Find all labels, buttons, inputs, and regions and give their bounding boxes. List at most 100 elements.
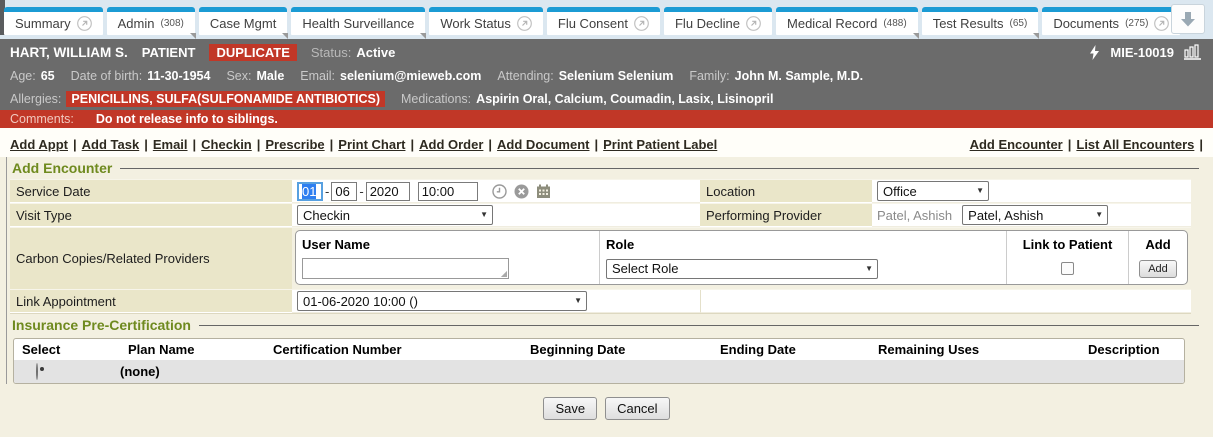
calendar-icon[interactable] xyxy=(536,184,551,199)
service-date-label: Service Date xyxy=(10,180,292,203)
insurance-table: SelectPlan NameCertification NumberBegin… xyxy=(13,338,1185,384)
patient-name: HART, WILLIAM S. xyxy=(10,45,128,60)
chart-tab[interactable]: Documents (275) xyxy=(1042,7,1180,35)
down-arrow-icon xyxy=(1180,10,1196,28)
lightning-icon[interactable] xyxy=(1089,45,1100,60)
action-link[interactable]: Print Chart xyxy=(338,137,405,152)
patient-header-right: MIE-10019 xyxy=(1089,44,1203,60)
insurance-column-header: Select xyxy=(14,342,120,357)
insurance-column-header: Beginning Date xyxy=(522,342,712,357)
action-link[interactable]: Add Order xyxy=(419,137,483,152)
link-appointment-label: Link Appointment xyxy=(10,290,292,313)
chart-tab[interactable]: Flu Consent xyxy=(547,7,660,35)
link-separator: | xyxy=(1068,137,1072,152)
chart-tab[interactable]: Medical Record (488) xyxy=(776,7,918,35)
chart-tab[interactable]: Work Status xyxy=(429,7,543,35)
resize-grip-icon[interactable]: ◢ xyxy=(501,269,507,278)
service-date-month-input[interactable]: 01 xyxy=(297,182,323,201)
visit-type-label: Visit Type xyxy=(10,204,292,227)
patient-type-label: PATIENT xyxy=(142,45,196,60)
role-select[interactable]: Select Role xyxy=(606,259,878,279)
tab-label: Summary xyxy=(15,16,71,31)
chart-tab[interactable]: Flu Decline xyxy=(664,7,772,35)
plan-name-cell: (none) xyxy=(120,364,265,379)
chart-tab[interactable]: Health Surveillance xyxy=(291,7,425,35)
tab-label: Work Status xyxy=(440,16,511,31)
insurance-table-row[interactable]: (none) xyxy=(14,360,1184,383)
email-value: selenium@mieweb.com xyxy=(340,69,481,83)
service-date-value-cell: 01 - 06 - 2020 10:00 xyxy=(292,180,700,203)
comments-label: Comments: xyxy=(10,112,74,126)
sex-label: Sex: xyxy=(226,69,251,83)
carbon-copies-row: Carbon Copies/Related Providers User Nam… xyxy=(10,227,1191,289)
chart-tab[interactable]: Admin (308) xyxy=(107,7,195,35)
visit-type-select[interactable]: Checkin xyxy=(297,205,493,225)
comments-text: Do not release info to siblings. xyxy=(96,112,278,126)
insurance-title: Insurance Pre-Certification xyxy=(12,317,191,333)
action-link[interactable]: List All Encounters xyxy=(1076,137,1194,152)
action-link[interactable]: Prescribe xyxy=(265,137,324,152)
tab-label: Medical Record xyxy=(787,16,877,31)
user-name-input[interactable]: ◢ xyxy=(302,258,509,279)
performing-provider-cell: Patel, Ashish Patel, Ashish xyxy=(872,204,1191,227)
service-date-year-input[interactable]: 2020 xyxy=(366,182,410,201)
external-link-icon xyxy=(1154,16,1169,31)
carbon-copies-label: Carbon Copies/Related Providers xyxy=(10,228,292,289)
tab-count: (308) xyxy=(160,18,183,29)
demographics-row: Age:65 Date of birth:11-30-1954 Sex:Male… xyxy=(0,65,1213,87)
status-value: Active xyxy=(356,45,395,60)
date-separator: - xyxy=(359,184,363,199)
location-label: Location xyxy=(700,180,872,203)
action-link[interactable]: Print Patient Label xyxy=(603,137,717,152)
tab-scroll-button[interactable] xyxy=(1171,4,1205,34)
visit-type-row: Visit Type Checkin Performing Provider P… xyxy=(10,203,1191,227)
tab-count: (65) xyxy=(1010,18,1028,29)
performing-provider-current: Patel, Ashish xyxy=(877,208,952,223)
link-appointment-cell: 01-06-2020 10:00 () xyxy=(292,290,700,313)
tab-label: Admin xyxy=(118,16,155,31)
chart-tab[interactable]: Case Mgmt xyxy=(199,7,287,35)
dob-value: 11-30-1954 xyxy=(147,69,210,83)
clear-date-icon[interactable] xyxy=(514,184,529,199)
action-link[interactable]: Add Document xyxy=(497,137,589,152)
insurance-column-header: Certification Number xyxy=(265,342,522,357)
action-link[interactable]: Email xyxy=(153,137,188,152)
action-link[interactable]: Add Task xyxy=(82,137,140,152)
add-encounter-title: Add Encounter xyxy=(12,160,112,176)
chart-stats-icon[interactable] xyxy=(1184,44,1203,60)
action-link[interactable]: Add Encounter xyxy=(970,137,1063,152)
action-link[interactable]: Checkin xyxy=(201,137,252,152)
chart-tab-bar: Summary Admin (308) Case Mgmt Health Sur… xyxy=(0,0,1213,39)
external-link-icon xyxy=(746,16,761,31)
chart-tab[interactable]: Test Results (65) xyxy=(922,7,1039,35)
link-separator: | xyxy=(193,137,197,152)
status-label: Status: xyxy=(311,45,351,60)
link-to-patient-checkbox[interactable] xyxy=(1061,262,1074,275)
insurance-header: Insurance Pre-Certification xyxy=(10,314,1213,336)
chart-tab[interactable]: Summary xyxy=(4,7,103,35)
role-column: Role Select Role xyxy=(599,231,1006,284)
empty-cell xyxy=(700,290,1191,313)
cancel-button[interactable]: Cancel xyxy=(605,397,669,420)
service-time-input[interactable]: 10:00 xyxy=(418,182,478,201)
location-select[interactable]: Office xyxy=(877,181,989,201)
allergy-alert-chip[interactable]: PENICILLINS, SULFA(SULFONAMIDE ANTIBIOTI… xyxy=(66,91,385,107)
carbon-copies-panel-wrap: User Name ◢ Role Select Role xyxy=(292,228,1191,289)
attending-value: Selenium Selenium xyxy=(559,69,674,83)
service-date-row: Service Date 01 - 06 - 2020 10:00 xyxy=(10,179,1191,203)
action-links-row: Add Appt|Add Task|Email|Checkin|Prescrib… xyxy=(0,128,1213,157)
service-date-day-input[interactable]: 06 xyxy=(331,182,357,201)
plan-radio-button[interactable] xyxy=(36,363,38,380)
external-link-icon xyxy=(634,16,649,31)
location-value-cell: Office xyxy=(872,180,1191,203)
performing-provider-select[interactable]: Patel, Ashish xyxy=(962,205,1108,225)
clock-icon[interactable] xyxy=(492,184,507,199)
add-provider-button[interactable]: Add xyxy=(1139,260,1177,278)
action-link[interactable]: Add Appt xyxy=(10,137,68,152)
patient-header: HART, WILLIAM S. PATIENT DUPLICATE Statu… xyxy=(0,39,1213,65)
duplicate-badge[interactable]: DUPLICATE xyxy=(209,44,296,61)
save-button[interactable]: Save xyxy=(543,397,597,420)
user-name-column: User Name ◢ xyxy=(296,231,599,284)
link-appointment-select[interactable]: 01-06-2020 10:00 () xyxy=(297,291,587,311)
role-header: Role xyxy=(606,233,1006,255)
